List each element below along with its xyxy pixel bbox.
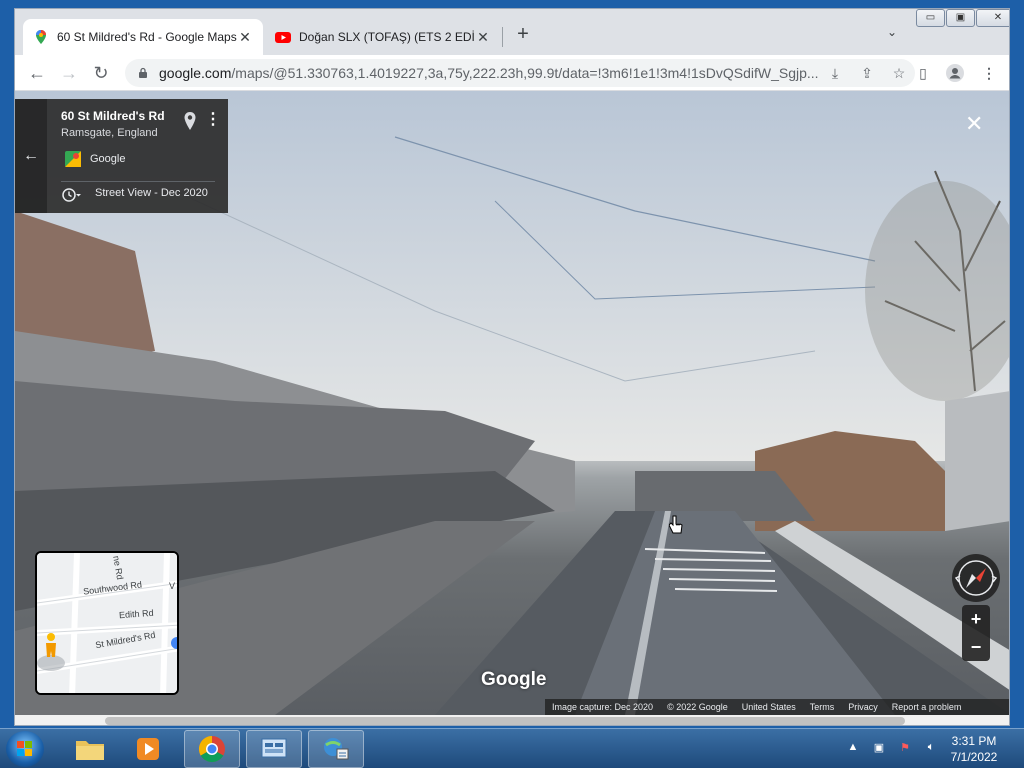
divider: [61, 181, 215, 182]
network-globe-icon: [324, 738, 349, 760]
google-maps-logo-icon: [65, 151, 81, 167]
youtube-icon: [275, 32, 291, 43]
image-capture-date: Image capture: Dec 2020: [552, 702, 654, 712]
imagery-source: Google: [90, 153, 126, 165]
compass-button[interactable]: [952, 554, 1000, 602]
location-title: 60 St Mildred's Rd: [61, 109, 165, 123]
back-arrow-icon[interactable]: ←: [15, 99, 47, 213]
forward-arrow-icon[interactable]: →: [57, 61, 81, 85]
location-subtitle: Ramsgate, England: [61, 127, 158, 139]
horizontal-scrollbar[interactable]: [15, 715, 1009, 725]
scrollbar-thumb[interactable]: [105, 717, 905, 725]
close-street-view-button[interactable]: ✕: [965, 111, 983, 137]
report-problem-link[interactable]: Report a problem: [892, 702, 962, 712]
profile-avatar-icon[interactable]: [945, 63, 965, 83]
tab-search-icon[interactable]: ⌄: [887, 25, 897, 39]
zoom-in-button[interactable]: +: [962, 605, 990, 633]
location-info-card: ← 60 St Mildred's Rd Ramsgate, England ⋮…: [15, 99, 228, 213]
folder-icon: [76, 741, 104, 760]
browser-toolbar: ← → ↻ google.com/maps/@51.330763,1.40192…: [15, 55, 1009, 91]
history-clock-icon[interactable]: [61, 187, 81, 203]
terms-link[interactable]: Terms: [810, 702, 835, 712]
volume-icon[interactable]: 🔈︎: [922, 741, 940, 757]
map-pin-icon[interactable]: [183, 111, 197, 131]
zoom-out-button[interactable]: −: [962, 633, 990, 661]
reload-icon[interactable]: ↻: [89, 61, 113, 85]
share-icon[interactable]: ⇪: [857, 63, 877, 83]
map-label-v: V: [169, 581, 176, 591]
taskbar-clock[interactable]: 3:31 PM 7/1/2022: [944, 733, 1004, 765]
address-bar[interactable]: google.com/maps/@51.330763,1.4019227,3a,…: [125, 59, 915, 87]
tab-close-icon[interactable]: ✕: [475, 29, 491, 46]
region-link[interactable]: United States: [742, 702, 796, 712]
mini-map-roads: [37, 553, 177, 693]
map-footer: Image capture: Dec 2020 © 2022 Google Un…: [545, 699, 1009, 715]
action-center-icon[interactable]: ⚑: [896, 741, 914, 757]
taskbar-control-panel[interactable]: [246, 730, 302, 768]
clock-date: 7/1/2022: [950, 750, 998, 764]
tab-separator: [502, 27, 503, 47]
google-maps-icon: [36, 30, 46, 44]
more-options-icon[interactable]: ⋮: [205, 109, 221, 129]
url-path: /maps/@51.330763,1.4019227,3a,75y,222.23…: [231, 65, 819, 81]
tab-title: 60 St Mildred's Rd - Google Maps: [57, 30, 237, 44]
bookmark-star-icon[interactable]: ☆: [889, 63, 909, 83]
taskbar-media-player[interactable]: [120, 730, 176, 768]
taskbar-chrome[interactable]: [184, 730, 240, 768]
install-app-icon[interactable]: ⤓: [825, 63, 845, 83]
tab-youtube[interactable]: Doğan SLX (TOFAŞ) (ETS 2 EDİT) - YouTube…: [265, 19, 501, 55]
show-hidden-icons-icon[interactable]: ▲: [844, 741, 862, 757]
hand-cursor-icon: [669, 515, 683, 534]
tab-google-maps[interactable]: 60 St Mildred's Rd - Google Maps ✕: [23, 19, 263, 55]
media-player-icon: [137, 738, 159, 760]
network-icon[interactable]: ▣: [870, 741, 888, 757]
windows-taskbar: ▲ ▣ ⚑ 🔈︎ 3:31 PM 7/1/2022: [0, 728, 1024, 768]
tab-title: Doğan SLX (TOFAŞ) (ETS 2 EDİT) - YouTube: [299, 30, 475, 44]
privacy-link[interactable]: Privacy: [848, 702, 878, 712]
taskbar-file-explorer[interactable]: [62, 730, 118, 768]
google-watermark: Google: [481, 669, 547, 690]
street-view-panorama[interactable]: ← 60 St Mildred's Rd Ramsgate, England ⋮…: [15, 91, 1009, 715]
minimize-button[interactable]: ▭: [916, 9, 945, 27]
back-arrow-icon[interactable]: ←: [25, 61, 49, 85]
new-tab-button[interactable]: +: [512, 23, 534, 46]
copyright-text: © 2022 Google: [667, 702, 728, 712]
side-panel-icon[interactable]: ▯: [913, 63, 933, 83]
lock-icon: [139, 67, 147, 78]
chrome-icon: [198, 735, 225, 763]
close-window-button[interactable]: ✕: [976, 9, 1009, 27]
mini-map[interactable]: ne Rd V Southwood Rd Edith Rd St Mildred…: [35, 551, 179, 695]
clock-time: 3:31 PM: [951, 734, 997, 748]
control-panel-icon: [261, 738, 287, 758]
url-text: google.com/maps/@51.330763,1.4019227,3a,…: [159, 65, 819, 81]
maximize-button[interactable]: ▣: [946, 9, 975, 27]
url-host: google.com: [159, 65, 232, 81]
zoom-controls: + −: [962, 605, 990, 661]
browser-menu-icon[interactable]: ⋮: [979, 63, 999, 83]
system-tray: ▲ ▣ ⚑ 🔈︎: [840, 729, 944, 768]
tab-close-icon[interactable]: ✕: [237, 29, 253, 46]
window-controls: ▭ ▣ ✕: [916, 9, 1009, 27]
compass-icon: [954, 560, 998, 596]
browser-window: 60 St Mildred's Rd - Google Maps ✕ Doğan…: [14, 8, 1010, 726]
street-view-date[interactable]: Street View - Dec 2020: [95, 187, 208, 199]
tab-strip: 60 St Mildred's Rd - Google Maps ✕ Doğan…: [15, 9, 1009, 55]
taskbar-network-app[interactable]: [308, 730, 364, 768]
windows-logo-icon: [17, 741, 32, 756]
start-button[interactable]: [6, 731, 44, 767]
